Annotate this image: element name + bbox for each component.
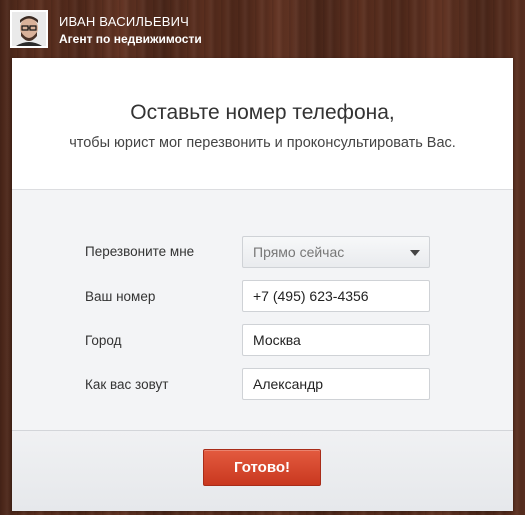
submit-button[interactable]: Готово! (203, 449, 321, 486)
phone-label: Ваш номер (85, 289, 156, 304)
callback-time-label: Перезвоните мне (85, 244, 195, 259)
callback-form-card: Оставьте номер телефона, чтобы юрист мог… (12, 58, 513, 511)
phone-input[interactable]: +7 (495) 623-4356 (242, 280, 430, 312)
name-value: Александр (253, 376, 324, 392)
agent-avatar (10, 10, 48, 48)
agent-role: Агент по недвижимости (59, 32, 202, 46)
city-value: Москва (253, 332, 301, 348)
callback-time-value: Прямо сейчас (253, 244, 345, 260)
chevron-down-icon (410, 250, 420, 256)
form-subtitle: чтобы юрист мог перезвонить и проконсуль… (69, 135, 456, 151)
callback-time-select[interactable]: Прямо сейчас (242, 236, 430, 268)
header: ИВАН ВАСИЛЬЕВИЧ Агент по недвижимости (0, 0, 525, 58)
name-label: Как вас зовут (85, 377, 169, 392)
agent-name: ИВАН ВАСИЛЬЕВИЧ (59, 14, 190, 29)
card-header: Оставьте номер телефона, чтобы юрист мог… (12, 58, 513, 190)
city-label: Город (85, 333, 122, 348)
card-footer: Готово! (12, 430, 513, 511)
name-input[interactable]: Александр (242, 368, 430, 400)
city-input[interactable]: Москва (242, 324, 430, 356)
form-title: Оставьте номер телефона, (130, 101, 395, 124)
phone-value: +7 (495) 623-4356 (253, 288, 369, 304)
agent-photo-icon (12, 12, 46, 46)
